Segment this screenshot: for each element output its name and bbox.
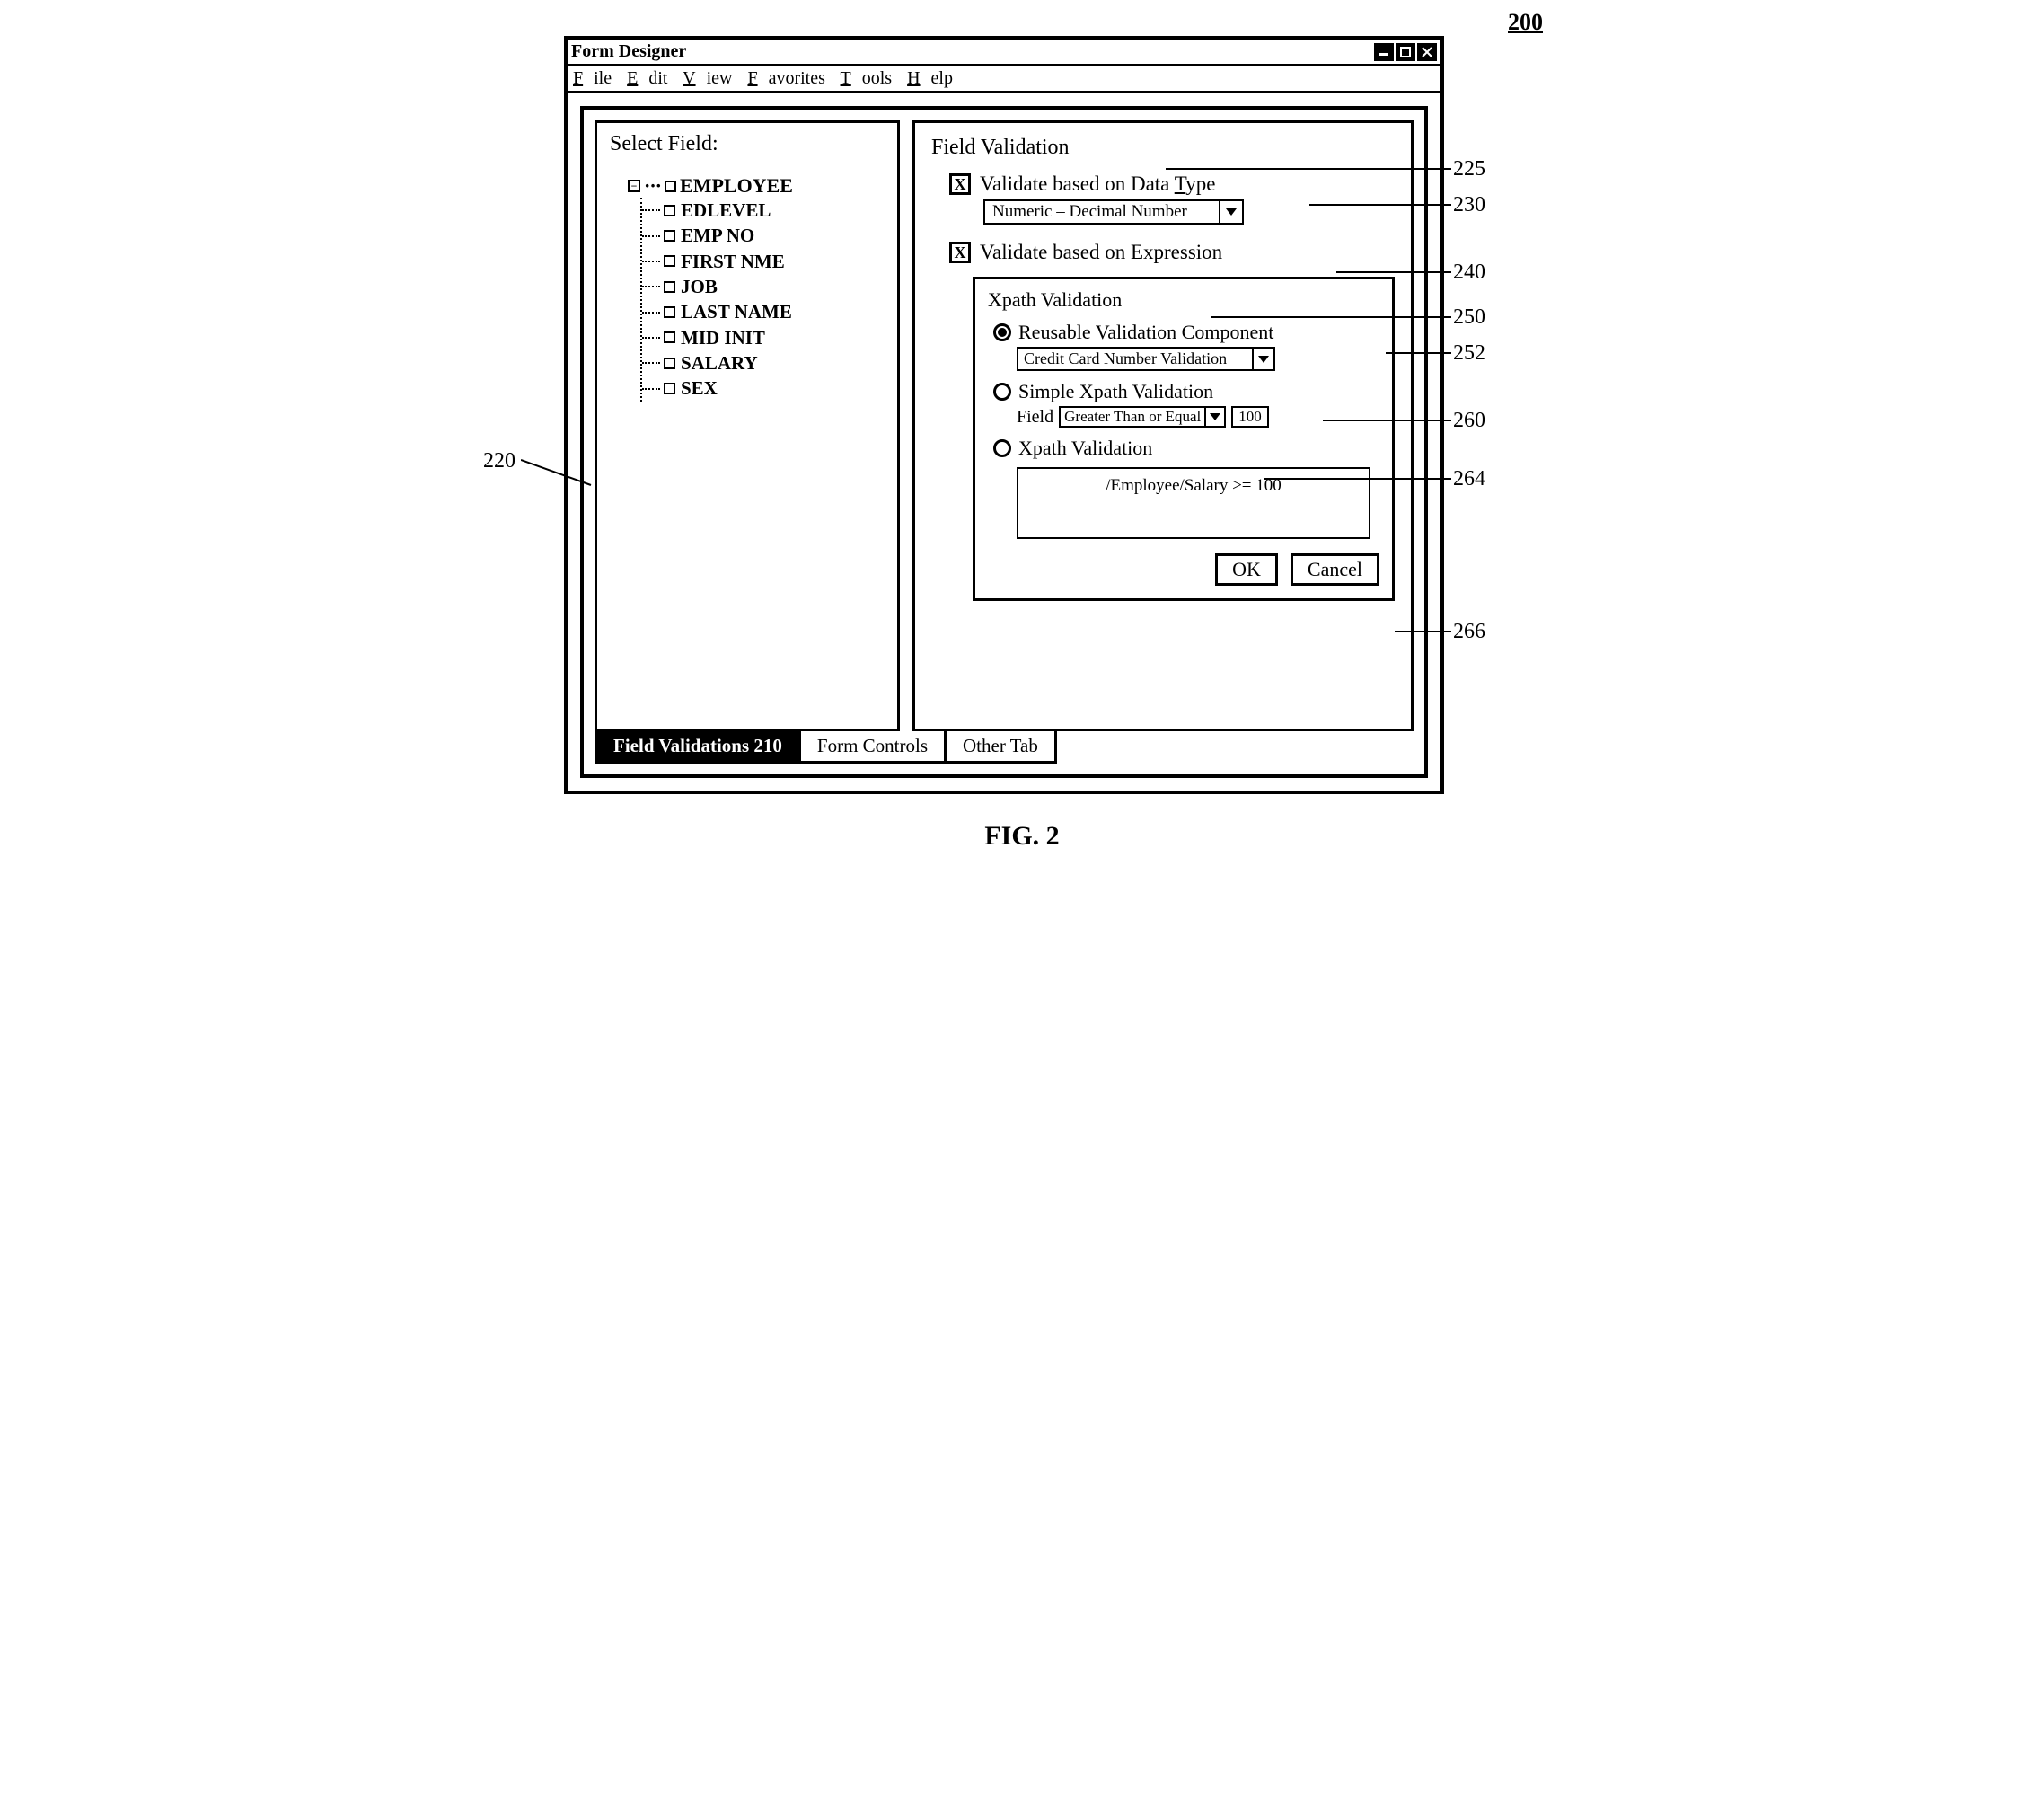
callout-252: 252 xyxy=(1453,341,1485,366)
ok-button[interactable]: OK xyxy=(1215,553,1278,586)
xpath-radio[interactable] xyxy=(993,439,1011,457)
validate-expression-label: Validate based on Expression xyxy=(980,241,1222,264)
dropdown-arrow-icon xyxy=(1252,349,1273,369)
validate-expression-row: X Validate based on Expression xyxy=(949,241,1395,264)
tab-other[interactable]: Other Tab xyxy=(944,731,1057,764)
tree-item[interactable]: EDLEVEL xyxy=(642,198,885,223)
cancel-button[interactable]: Cancel xyxy=(1291,553,1379,586)
field-validation-panel: Field Validation X Validate based on Dat… xyxy=(912,120,1414,731)
reusable-validation-row: Reusable Validation Component xyxy=(993,321,1379,344)
maximize-button[interactable] xyxy=(1396,43,1415,61)
tree-node-icon xyxy=(664,358,675,369)
menu-file[interactable]: File xyxy=(573,68,612,88)
reusable-dropdown-value: Credit Card Number Validation xyxy=(1018,349,1252,369)
datatype-dropdown[interactable]: Numeric – Decimal Number xyxy=(983,199,1244,225)
minimize-button[interactable] xyxy=(1374,43,1394,61)
menu-tools[interactable]: Tools xyxy=(841,68,893,88)
tree-item-label: SALARY xyxy=(681,350,758,375)
validate-datatype-label: Validate based on Data Type xyxy=(980,172,1215,196)
select-field-label: Select Field: xyxy=(610,132,885,156)
callout-220: 220 xyxy=(483,449,515,473)
callout-line-220 xyxy=(521,440,593,494)
figure-caption: FIG. 2 xyxy=(483,821,1561,852)
application-window: Form Designer File Edit View Favorites T… xyxy=(564,36,1444,794)
dropdown-arrow-icon xyxy=(1219,201,1242,223)
simple-xpath-radio[interactable] xyxy=(993,383,1011,401)
callout-250: 250 xyxy=(1453,305,1485,330)
menu-edit[interactable]: Edit xyxy=(627,68,667,88)
tree-item[interactable]: LAST NAME xyxy=(642,299,885,324)
tab-field-validations[interactable]: Field Validations 210 xyxy=(595,731,801,764)
callout-225: 225 xyxy=(1453,157,1485,181)
simple-field-label: Field xyxy=(1017,407,1053,428)
menu-view[interactable]: View xyxy=(683,68,732,88)
tree-item-label: LAST NAME xyxy=(681,299,792,324)
figure-number: 200 xyxy=(1508,9,1543,36)
xpath-radio-label: Xpath Validation xyxy=(1018,437,1152,460)
xpath-validation-row: Xpath Validation xyxy=(993,437,1379,460)
callout-230: 230 xyxy=(1453,193,1485,217)
tree-item[interactable]: SALARY xyxy=(642,350,885,375)
validate-datatype-checkbox[interactable]: X xyxy=(949,173,971,195)
datatype-dropdown-value: Numeric – Decimal Number xyxy=(985,201,1219,223)
field-tree-panel: Select Field: −··· EMPLOYEE EDLEVELEMP N… xyxy=(595,120,900,731)
tree-item-label: SEX xyxy=(681,375,718,401)
menu-favorites[interactable]: Favorites xyxy=(747,68,824,88)
menu-help[interactable]: Help xyxy=(907,68,953,88)
tree-item-label: JOB xyxy=(681,274,718,299)
dropdown-arrow-icon xyxy=(1204,408,1224,426)
tree-item[interactable]: FIRST NME xyxy=(642,249,885,274)
tree-item-label: MID INIT xyxy=(681,325,765,350)
bottom-tabs: Field Validations 210 Form Controls Othe… xyxy=(595,731,1414,764)
simple-value-input[interactable]: 100 xyxy=(1231,406,1269,428)
callout-266: 266 xyxy=(1453,620,1485,644)
tree-item[interactable]: SEX xyxy=(642,375,885,401)
simple-op-value: Greater Than or Equal xyxy=(1061,408,1204,426)
validate-expression-checkbox[interactable]: X xyxy=(949,242,971,263)
callout-240: 240 xyxy=(1453,261,1485,285)
simple-op-dropdown[interactable]: Greater Than or Equal xyxy=(1059,406,1226,428)
tree-node-icon xyxy=(664,281,675,293)
tree-item-label: EMP NO xyxy=(681,223,754,248)
tree-node-icon xyxy=(664,331,675,343)
tree-item[interactable]: EMP NO xyxy=(642,223,885,248)
tree-node-icon xyxy=(664,205,675,216)
xpath-validation-group: Xpath Validation Reusable Validation Com… xyxy=(973,277,1395,601)
menubar: File Edit View Favorites Tools Help xyxy=(568,66,1440,93)
tree-item-label: FIRST NME xyxy=(681,249,785,274)
reusable-radio[interactable] xyxy=(993,323,1011,341)
reusable-dropdown[interactable]: Credit Card Number Validation xyxy=(1017,347,1275,371)
tree-root[interactable]: −··· EMPLOYEE EDLEVELEMP NOFIRST NMEJOBL… xyxy=(628,174,885,402)
workarea: Select Field: −··· EMPLOYEE EDLEVELEMP N… xyxy=(580,106,1428,778)
window-title: Form Designer xyxy=(571,41,1374,62)
xpath-group-title: Xpath Validation xyxy=(988,288,1379,312)
tree-item[interactable]: MID INIT xyxy=(642,325,885,350)
titlebar: Form Designer xyxy=(568,40,1440,66)
tree-node-icon xyxy=(664,230,675,242)
close-button[interactable] xyxy=(1417,43,1437,61)
window-controls xyxy=(1374,43,1437,61)
tree-item-label: EDLEVEL xyxy=(681,198,771,223)
tree-node-icon xyxy=(664,383,675,394)
tree-node-icon xyxy=(664,306,675,318)
validate-datatype-row: X Validate based on Data Type xyxy=(949,172,1395,196)
tree-node-icon xyxy=(664,255,675,267)
tree-item[interactable]: JOB xyxy=(642,274,885,299)
tree-root-label: EMPLOYEE xyxy=(680,174,793,198)
dialog-buttons: OK Cancel xyxy=(988,553,1379,586)
tree-expander-icon[interactable]: − xyxy=(628,180,640,192)
tree-node-icon xyxy=(665,181,676,192)
simple-xpath-row: Simple Xpath Validation xyxy=(993,380,1379,403)
xpath-expression-textarea[interactable]: /Employee/Salary >= 100 xyxy=(1017,467,1370,539)
reusable-label: Reusable Validation Component xyxy=(1018,321,1273,344)
callout-260: 260 xyxy=(1453,409,1485,433)
field-validation-title: Field Validation xyxy=(931,136,1395,160)
tab-form-controls[interactable]: Form Controls xyxy=(798,731,947,764)
simple-xpath-label: Simple Xpath Validation xyxy=(1018,380,1213,403)
callout-264: 264 xyxy=(1453,467,1485,491)
simple-field-row: Field Greater Than or Equal 100 xyxy=(1017,406,1379,428)
